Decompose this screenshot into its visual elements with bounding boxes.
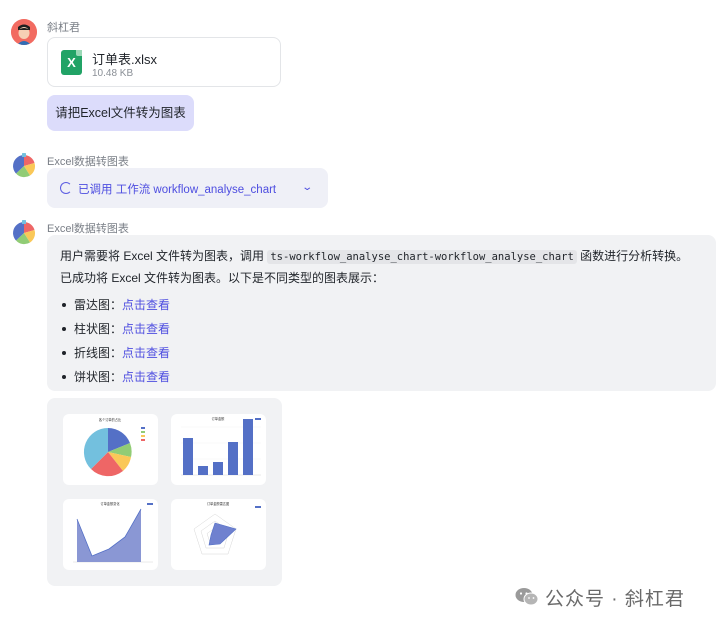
list-item-radar: 雷达图：点击查看 xyxy=(60,293,703,317)
line-chart-link[interactable]: 点击查看 xyxy=(122,346,170,360)
chart-gallery: 各个订单的占比 订单金额 订单金额变化 订单金额雷达图 xyxy=(47,398,282,586)
function-name-code: ts-workflow_analyse_chart-workflow_analy… xyxy=(267,250,577,264)
bot-name: Excel数据转图表 xyxy=(47,223,129,235)
chart-link-list: 雷达图：点击查看 柱状图：点击查看 折线图：点击查看 饼状图：点击查看 xyxy=(60,293,703,389)
thumbnail-title: 订单金额 xyxy=(212,416,226,421)
reply-paragraph: 用户需要将 Excel 文件转为图表，调用 ts-workflow_analys… xyxy=(60,246,700,289)
loading-spinner-icon xyxy=(60,182,72,194)
wechat-icon xyxy=(515,587,539,607)
list-label: 折线图： xyxy=(74,346,123,360)
bot-avatar xyxy=(11,153,37,179)
bar-chart-link[interactable]: 点击查看 xyxy=(122,322,170,336)
thumbnail-title: 订单金额变化 xyxy=(100,501,120,506)
excel-file-icon: X xyxy=(61,50,82,75)
list-label: 雷达图： xyxy=(74,298,123,312)
list-item-line: 折线图：点击查看 xyxy=(60,341,703,365)
bot-name: Excel数据转图表 xyxy=(47,156,129,168)
pie-chart-link[interactable]: 点击查看 xyxy=(122,370,170,384)
workflow-label: 已调用 工作流 workflow_analyse_chart xyxy=(78,184,277,196)
workflow-call-toggle[interactable]: 已调用 工作流 workflow_analyse_chart ⌄ xyxy=(47,168,328,208)
list-label: 柱状图： xyxy=(74,322,123,336)
thumbnail-title: 订单金额雷达图 xyxy=(207,501,229,506)
user-avatar xyxy=(11,19,37,45)
list-item-pie: 饼状图：点击查看 xyxy=(60,365,703,389)
bar-chart-thumbnail[interactable]: 订单金额 xyxy=(171,414,266,485)
list-item-bar: 柱状图：点击查看 xyxy=(60,317,703,341)
chevron-down-icon[interactable]: ⌄ xyxy=(301,182,313,193)
bot-reply: 用户需要将 Excel 文件转为图表，调用 ts-workflow_analys… xyxy=(47,235,716,391)
file-name: 订单表.xlsx xyxy=(92,52,158,67)
radar-chart-thumbnail[interactable]: 订单金额雷达图 xyxy=(171,499,266,570)
thumbnail-title: 各个订单的占比 xyxy=(99,417,121,422)
file-attachment[interactable]: X 订单表.xlsx 10.48 KB xyxy=(47,37,281,87)
watermark-text: 公众号 · 斜杠君 xyxy=(545,588,685,610)
area-chart-thumbnail[interactable]: 订单金额变化 xyxy=(63,499,158,570)
user-name: 斜杠君 xyxy=(47,22,80,34)
user-message: 请把Excel文件转为图表 xyxy=(47,95,194,131)
list-label: 饼状图： xyxy=(74,370,123,384)
reply-text-before: 用户需要将 Excel 文件转为图表，调用 xyxy=(60,249,268,263)
file-size: 10.48 KB xyxy=(92,68,134,79)
bot-avatar xyxy=(11,220,37,246)
radar-chart-link[interactable]: 点击查看 xyxy=(122,298,170,312)
watermark: 公众号 · 斜杠君 xyxy=(515,585,685,610)
pie-chart-thumbnail[interactable]: 各个订单的占比 xyxy=(63,414,158,485)
